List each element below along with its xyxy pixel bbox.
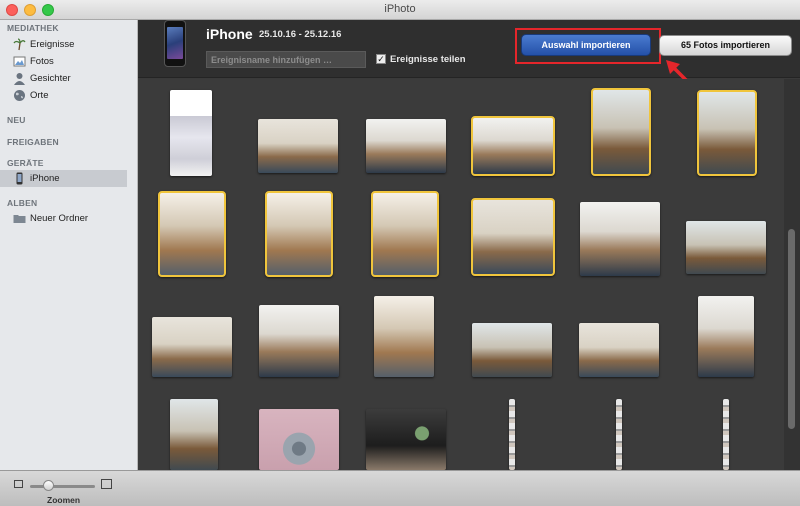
- photo-thumbnail[interactable]: [616, 399, 622, 470]
- import-selection-button[interactable]: Auswahl importieren: [521, 34, 651, 56]
- folder-icon: [13, 215, 26, 223]
- photo-thumbnail[interactable]: [472, 323, 552, 377]
- photo-thumbnail[interactable]: [152, 317, 232, 377]
- event-name-input[interactable]: [206, 51, 366, 68]
- palm-tree-icon: [13, 38, 26, 51]
- section-header-neu[interactable]: NEU: [7, 115, 26, 125]
- sidebar-item-label: Ereignisse: [30, 39, 75, 50]
- photo-thumbnail[interactable]: [580, 202, 660, 276]
- bottom-toolbar: Zoomen: [0, 470, 800, 506]
- title-bar: iPhoto: [0, 0, 800, 20]
- photo-thumbnail[interactable]: [258, 119, 338, 173]
- photo-thumbnail[interactable]: [259, 305, 339, 377]
- photo-thumbnail[interactable]: [579, 323, 659, 377]
- window-title: iPhoto: [384, 3, 416, 15]
- photo-thumbnail[interactable]: [366, 409, 446, 470]
- sidebar: MEDIATHEK Ereignisse Fotos Gesichter Ort…: [0, 20, 138, 470]
- sidebar-item-ereignisse[interactable]: Ereignisse: [0, 36, 127, 53]
- photo-thumbnail[interactable]: [471, 198, 555, 276]
- zoom-slider[interactable]: [30, 485, 95, 488]
- import-all-button[interactable]: 65 Fotos importieren: [659, 35, 792, 56]
- date-range: 25.10.16 - 25.12.16: [259, 29, 342, 40]
- zoom-label: Zoomen: [47, 495, 81, 505]
- photo-thumbnail[interactable]: [591, 88, 651, 176]
- section-header-alben: ALBEN: [7, 198, 38, 208]
- sidebar-item-gesichter[interactable]: Gesichter: [0, 70, 127, 87]
- sidebar-item-label: Fotos: [30, 56, 54, 67]
- zoom-out-icon[interactable]: [14, 480, 23, 488]
- iphone-image: [164, 20, 186, 67]
- photo-thumbnail[interactable]: [471, 116, 555, 176]
- sidebar-item-orte[interactable]: Orte: [0, 87, 127, 104]
- photo-thumbnail[interactable]: [170, 399, 218, 470]
- sidebar-item-label: iPhone: [30, 173, 60, 184]
- photo-icon: [13, 56, 26, 67]
- share-events-checkbox[interactable]: ✓: [376, 54, 386, 64]
- share-events-label: Ereignisse teilen: [390, 54, 466, 65]
- globe-icon: [14, 90, 25, 101]
- scrollbar-thumb[interactable]: [788, 229, 795, 429]
- photo-thumbnail[interactable]: [686, 221, 766, 274]
- photo-grid: [138, 79, 784, 470]
- sidebar-item-fotos[interactable]: Fotos: [0, 53, 127, 70]
- device-header: iPhone 25.10.16 - 25.12.16 ✓ Ereignisse …: [138, 20, 800, 78]
- photo-thumbnail[interactable]: [170, 90, 212, 176]
- sidebar-item-iphone[interactable]: iPhone: [0, 170, 127, 187]
- photo-thumbnail[interactable]: [371, 191, 439, 277]
- photo-thumbnail[interactable]: [509, 399, 515, 470]
- photo-thumbnail[interactable]: [374, 296, 434, 377]
- sidebar-item-label: Orte: [30, 90, 49, 101]
- vertical-scrollbar[interactable]: [784, 79, 800, 470]
- person-icon: [14, 73, 25, 85]
- section-header-freigaben[interactable]: FREIGABEN: [7, 137, 59, 147]
- sidebar-item-label: Neuer Ordner: [30, 213, 89, 224]
- photo-thumbnail[interactable]: [265, 191, 333, 277]
- photo-thumbnail[interactable]: [259, 409, 339, 470]
- photo-thumbnail[interactable]: [158, 191, 226, 277]
- section-header-mediathek: MEDIATHEK: [7, 23, 59, 33]
- device-name: iPhone: [206, 26, 253, 42]
- photo-thumbnail[interactable]: [697, 90, 757, 176]
- sidebar-item-label: Gesichter: [30, 73, 71, 84]
- photo-thumbnail[interactable]: [723, 399, 729, 470]
- sidebar-item-neuer-ordner[interactable]: Neuer Ordner: [0, 210, 127, 227]
- section-header-geraete: GERÄTE: [7, 158, 44, 168]
- zoom-slider-knob[interactable]: [43, 480, 55, 491]
- zoom-in-icon[interactable]: [101, 479, 112, 489]
- photo-thumbnail[interactable]: [366, 119, 446, 173]
- iphone-icon: [16, 172, 23, 185]
- photo-thumbnail[interactable]: [698, 296, 754, 377]
